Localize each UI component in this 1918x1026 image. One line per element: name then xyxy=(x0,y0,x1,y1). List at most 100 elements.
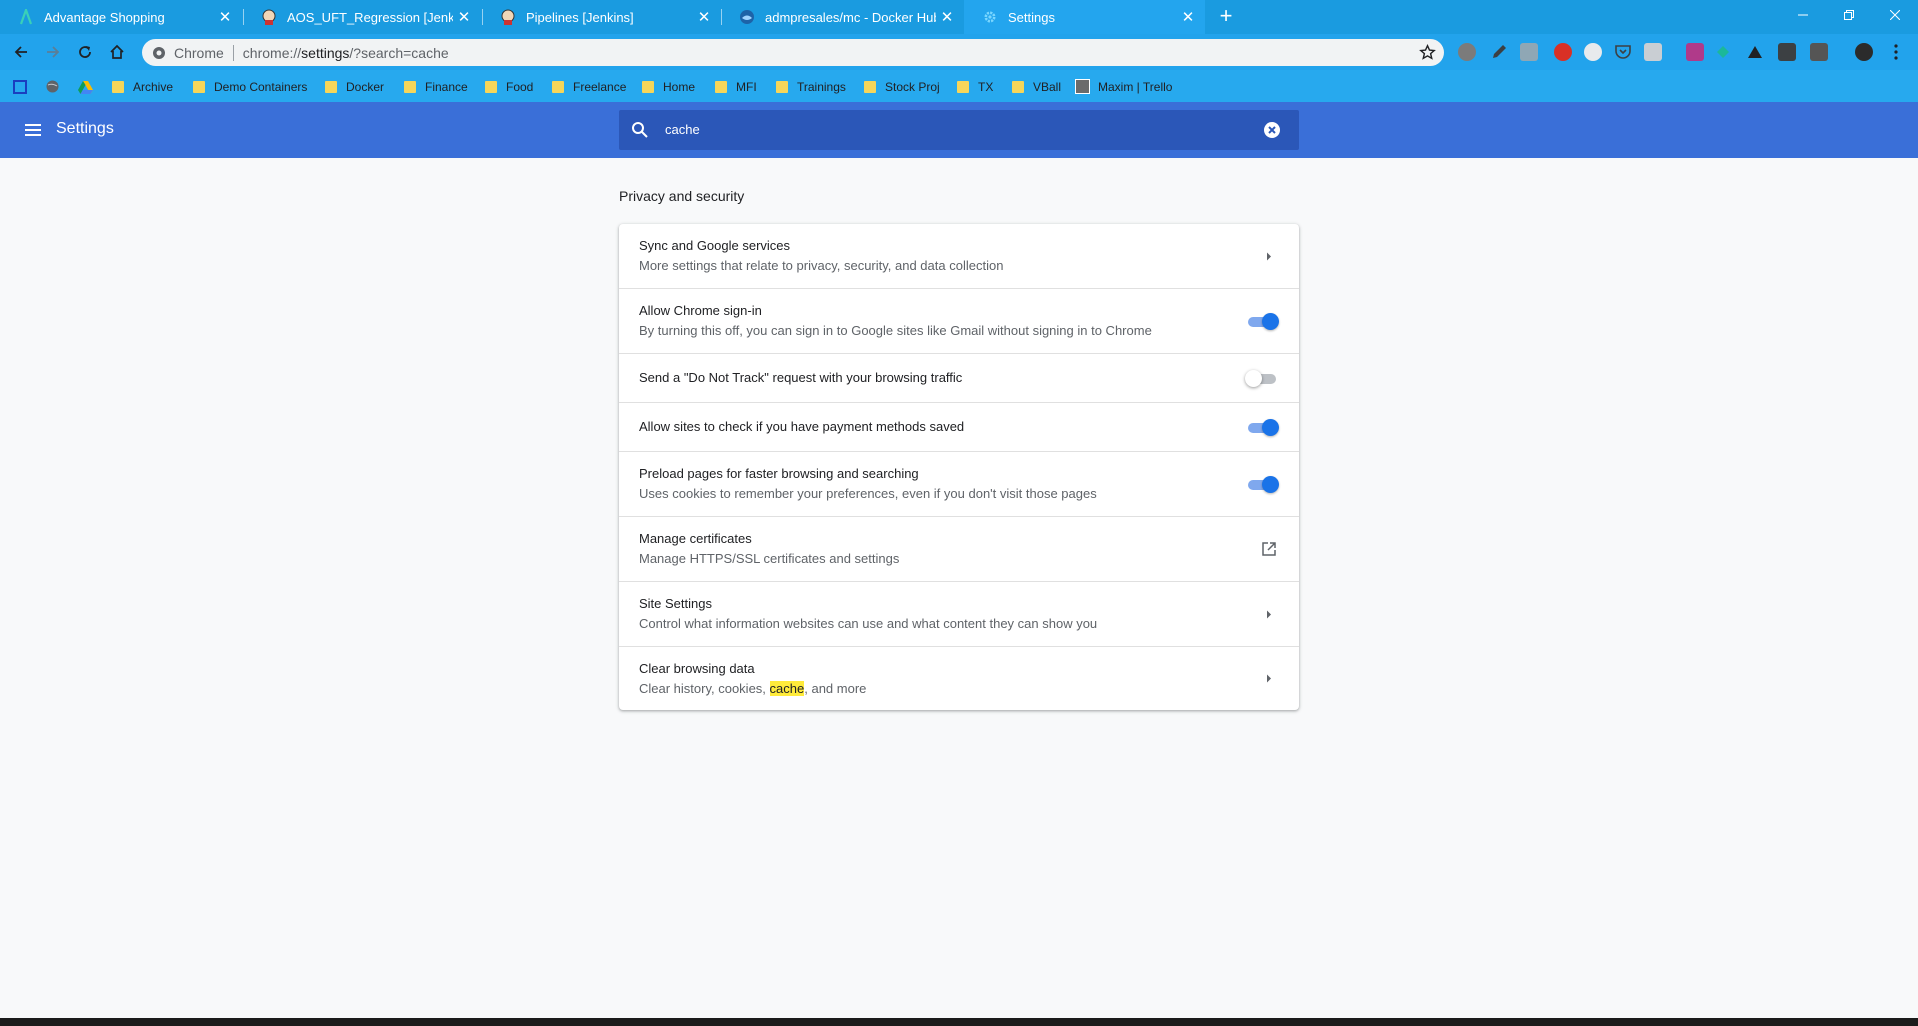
tab-close-icon[interactable]: ✕ xyxy=(936,6,958,28)
folder-icon xyxy=(112,80,124,93)
forward-arrow-icon xyxy=(47,46,60,58)
setting-row-payment-methods[interactable]: Allow sites to check if you have payment… xyxy=(619,402,1299,451)
preload-pages-toggle[interactable] xyxy=(1245,474,1279,494)
tab-aos-uft-regression[interactable]: AOS_UFT_Regression [Jenkins] ✕ xyxy=(243,0,481,34)
arrow-right-icon[interactable] xyxy=(1259,604,1279,624)
apps-bookmark[interactable] xyxy=(13,78,27,95)
folder-icon xyxy=(325,80,337,93)
folder-icon xyxy=(1012,80,1024,93)
settings-menu-button[interactable] xyxy=(22,118,46,142)
description-text: , and more xyxy=(804,680,867,696)
payment-methods-toggle[interactable] xyxy=(1245,417,1279,437)
tab-close-icon[interactable]: ✕ xyxy=(693,6,715,28)
tab-close-icon[interactable]: ✕ xyxy=(1177,6,1199,28)
bookmark-label: Trainings xyxy=(797,79,846,94)
bookmark-folder[interactable]: Archive xyxy=(112,78,173,95)
bookmark-folder[interactable]: Docker xyxy=(325,78,384,95)
search-highlight: cache xyxy=(769,680,805,696)
bookmark-label: Demo Containers xyxy=(214,79,308,94)
setting-row-clear-browsing-data[interactable]: Clear browsing data Clear history, cooki… xyxy=(619,646,1299,710)
setting-row-allow-chrome-sign-in[interactable]: Allow Chrome sign-in By turning this off… xyxy=(619,288,1299,353)
setting-description: Control what information websites can us… xyxy=(639,616,1098,631)
pencil-extension-icon[interactable] xyxy=(1490,43,1508,61)
selenium-ide-icon[interactable] xyxy=(1778,43,1796,61)
pocket-icon[interactable] xyxy=(1614,43,1632,61)
adblock-icon[interactable] xyxy=(1554,43,1572,61)
clear-search-icon[interactable] xyxy=(1263,121,1281,139)
bookmark-folder[interactable]: MFI xyxy=(715,78,757,95)
new-tab-button[interactable]: + xyxy=(1214,5,1238,28)
forward-button[interactable] xyxy=(39,38,67,66)
page-title: Settings xyxy=(56,120,114,137)
bookmark-label: VBall xyxy=(1033,79,1062,94)
bookmark-folder[interactable]: Trainings xyxy=(776,78,846,95)
settings-search-box[interactable]: cache xyxy=(619,110,1299,150)
back-button[interactable] xyxy=(7,38,35,66)
tab-title: Settings xyxy=(1008,9,1055,25)
google-drive-bookmark[interactable] xyxy=(78,78,93,95)
setting-row-do-not-track[interactable]: Send a "Do Not Track" request with your … xyxy=(619,353,1299,402)
globe-bookmark[interactable] xyxy=(45,78,60,95)
tab-advantage-shopping[interactable]: Advantage Shopping ✕ xyxy=(0,0,242,34)
profile-avatar[interactable] xyxy=(1855,43,1873,61)
chrome-menu-button[interactable] xyxy=(1882,38,1910,66)
folder-icon xyxy=(776,80,788,93)
reload-button[interactable] xyxy=(71,38,99,66)
do-not-track-toggle[interactable] xyxy=(1245,368,1279,388)
tab-settings[interactable]: Settings ✕ xyxy=(964,0,1205,34)
tab-close-icon[interactable]: ✕ xyxy=(214,6,236,28)
extension-icon[interactable] xyxy=(1746,43,1764,61)
address-bar[interactable]: Chrome chrome://settings/?search=cache xyxy=(142,39,1444,66)
close-icon xyxy=(1890,10,1900,20)
url-prefix: chrome:// xyxy=(242,44,302,61)
arrow-right-icon[interactable] xyxy=(1259,669,1279,689)
settings-header: Settings cache xyxy=(0,102,1918,158)
bookmark-folder[interactable]: Freelance xyxy=(552,78,626,95)
extension-icon[interactable] xyxy=(1584,43,1602,61)
extension-icon[interactable] xyxy=(1714,43,1732,61)
setting-row-sync-google-services[interactable]: Sync and Google services More settings t… xyxy=(619,224,1299,288)
arrow-right-icon[interactable] xyxy=(1259,246,1279,266)
home-icon xyxy=(110,44,124,59)
tab-strip: Advantage Shopping ✕ AOS_UFT_Regression … xyxy=(0,0,1918,34)
setting-description: More settings that relate to privacy, se… xyxy=(639,258,1004,273)
bookmark-trello[interactable]: Maxim | Trello xyxy=(1075,78,1172,95)
bookmark-folder[interactable]: Finance xyxy=(404,78,468,95)
folder-icon xyxy=(957,80,969,93)
bookmark-folder[interactable]: Stock Proj xyxy=(864,78,940,95)
extension-badge-icon[interactable] xyxy=(1686,43,1704,61)
home-button[interactable] xyxy=(103,38,131,66)
close-window-button[interactable] xyxy=(1872,0,1918,30)
extension-icon[interactable] xyxy=(1810,43,1828,61)
tab-docker-hub[interactable]: admpresales/mc - Docker Hub ✕ xyxy=(721,0,964,34)
bookmark-folder[interactable]: Demo Containers xyxy=(193,78,307,95)
bookmark-label: Docker xyxy=(346,79,385,94)
restore-button[interactable] xyxy=(1826,0,1872,30)
back-arrow-icon xyxy=(14,46,27,58)
open-in-new-icon[interactable] xyxy=(1259,539,1279,559)
setting-row-site-settings[interactable]: Site Settings Control what information w… xyxy=(619,581,1299,646)
restore-icon xyxy=(1844,10,1854,20)
extension-icon[interactable] xyxy=(1520,43,1538,61)
bookmark-folder[interactable]: VBall xyxy=(1012,78,1061,95)
search-input[interactable]: cache xyxy=(665,122,700,137)
extension-icon[interactable] xyxy=(1458,43,1476,61)
bookmark-folder[interactable]: Food xyxy=(485,78,533,95)
extension-icon[interactable] xyxy=(1644,43,1662,61)
bookmark-folder[interactable]: Home xyxy=(642,78,695,95)
setting-row-manage-certificates[interactable]: Manage certificates Manage HTTPS/SSL cer… xyxy=(619,516,1299,581)
reload-icon xyxy=(79,46,91,58)
folder-icon xyxy=(193,80,205,93)
search-icon xyxy=(632,122,648,138)
toggle-knob xyxy=(1262,476,1279,493)
bookmark-folder[interactable]: TX xyxy=(957,78,993,95)
tab-pipelines-jenkins[interactable]: Pipelines [Jenkins] ✕ xyxy=(482,0,721,34)
tab-close-icon[interactable]: ✕ xyxy=(453,6,475,28)
more-vert-icon xyxy=(1894,44,1898,60)
omnibox-url[interactable]: chrome://settings/?search=cache xyxy=(243,45,449,61)
setting-row-preload-pages[interactable]: Preload pages for faster browsing and se… xyxy=(619,451,1299,516)
allow-sign-in-toggle[interactable] xyxy=(1245,311,1279,331)
browser-toolbar: Chrome chrome://settings/?search=cache xyxy=(0,34,1918,70)
bookmark-star-icon[interactable] xyxy=(1419,44,1436,61)
minimize-button[interactable] xyxy=(1780,0,1826,30)
